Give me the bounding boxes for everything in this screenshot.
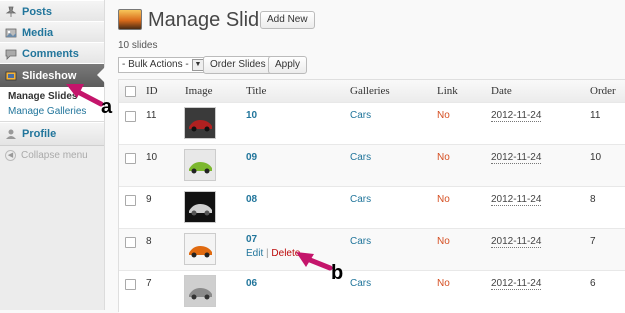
column-title[interactable]: Title [246, 85, 266, 97]
select-all-checkbox[interactable] [125, 86, 136, 97]
slide-title-link[interactable]: 07 [246, 234, 257, 245]
table-row: 11 10 Cars No 2012-11-24 11 [119, 102, 625, 145]
row-checkbox[interactable] [125, 153, 136, 164]
table-row: 7 06 Cars No 2012-11-24 6 [119, 270, 625, 313]
row-id: 11 [146, 110, 157, 121]
table-header: ID Image Title Galleries Link Date Order [119, 80, 625, 103]
row-checkbox[interactable] [125, 237, 136, 248]
slide-date: 2012-11-24 [491, 110, 542, 122]
add-new-button[interactable]: Add New [260, 11, 315, 29]
sidebar-item-label: Slideshow [22, 69, 77, 82]
slide-order: 6 [590, 278, 596, 289]
row-checkbox[interactable] [125, 279, 136, 290]
slide-thumbnail[interactable] [184, 191, 216, 223]
gallery-link[interactable]: Cars [350, 278, 371, 289]
gallery-link[interactable]: Cars [350, 152, 371, 163]
gallery-link[interactable]: Cars [350, 236, 371, 247]
row-checkbox[interactable] [125, 195, 136, 206]
main-content: Manage Slides Add New 10 slides - Bulk A… [105, 0, 625, 313]
column-galleries: Galleries [350, 85, 390, 97]
annotation-label-a: a [101, 96, 113, 118]
slide-order: 8 [590, 194, 596, 205]
row-action-separator: | [266, 248, 269, 259]
annotation-label-b: b [331, 262, 344, 284]
gallery-link[interactable]: Cars [350, 194, 371, 205]
link-status: No [437, 194, 450, 205]
table-row: 9 08 Cars No 2012-11-24 8 [119, 186, 625, 229]
media-icon [5, 27, 17, 39]
collapse-menu-label: Collapse menu [21, 150, 88, 161]
sidebar-item-label: Media [22, 27, 54, 39]
bulk-actions-select[interactable]: - Bulk Actions - ▼ [118, 57, 206, 73]
sidebar-item-label: Comments [22, 48, 79, 60]
slide-thumbnail[interactable] [184, 107, 216, 139]
link-status: No [437, 236, 450, 247]
table-row: 8 07 Edit | Delete Cars No 2012-11-24 7 [119, 228, 625, 271]
slides-table: ID Image Title Galleries Link Date Order… [118, 79, 625, 313]
slideshow-icon [5, 70, 17, 82]
column-date[interactable]: Date [491, 85, 512, 97]
column-link: Link [437, 85, 458, 97]
slide-title-link[interactable]: 06 [246, 278, 257, 289]
slide-date: 2012-11-24 [491, 194, 542, 206]
link-status: No [437, 278, 450, 289]
slide-title-link[interactable]: 08 [246, 194, 257, 205]
sidebar-item-label: Posts [22, 6, 52, 18]
row-checkbox[interactable] [125, 111, 136, 122]
comment-icon [5, 48, 17, 60]
admin-sidebar: Posts Media Comments Slideshow Manage Sl… [0, 0, 105, 310]
slide-title-link[interactable]: 09 [246, 152, 257, 163]
sidebar-item-profile[interactable]: Profile [0, 122, 104, 146]
collapse-arrow-icon: ◀ [5, 150, 16, 161]
link-status: No [437, 110, 450, 121]
column-order[interactable]: Order [590, 85, 616, 97]
slide-date: 2012-11-24 [491, 152, 542, 164]
profile-icon [5, 128, 17, 140]
slides-page-icon [118, 9, 142, 30]
slide-order: 10 [590, 152, 602, 163]
slide-count: 10 slides [118, 40, 158, 51]
slide-date: 2012-11-24 [491, 236, 542, 248]
slide-thumbnail[interactable] [184, 275, 216, 307]
collapse-menu[interactable]: ◀ Collapse menu [5, 150, 88, 161]
sidebar-item-slideshow[interactable]: Slideshow [0, 63, 105, 88]
row-actions: Edit | Delete [246, 248, 300, 259]
slide-order: 11 [590, 110, 601, 121]
gallery-link[interactable]: Cars [350, 110, 371, 121]
pushpin-icon [5, 6, 17, 18]
slide-date: 2012-11-24 [491, 278, 542, 290]
slide-thumbnail[interactable] [184, 149, 216, 181]
row-id: 10 [146, 152, 158, 163]
submenu-manage-galleries[interactable]: Manage Galleries [8, 106, 86, 117]
submenu-manage-slides[interactable]: Manage Slides [8, 91, 77, 102]
slide-thumbnail[interactable] [184, 233, 216, 265]
slideshow-submenu: Manage Slides Manage Galleries [0, 87, 104, 122]
column-image: Image [185, 85, 213, 97]
table-row: 10 09 Cars No 2012-11-24 10 [119, 144, 625, 187]
apply-button[interactable]: Apply [268, 56, 308, 74]
row-id: 8 [146, 236, 152, 247]
sidebar-item-label: Profile [22, 128, 57, 140]
edit-link[interactable]: Edit [246, 248, 263, 259]
row-id: 7 [146, 278, 152, 289]
link-status: No [437, 152, 450, 163]
delete-link[interactable]: Delete [271, 248, 300, 259]
column-id[interactable]: ID [146, 85, 158, 97]
slide-order: 7 [590, 236, 596, 247]
row-id: 9 [146, 194, 152, 205]
slide-title-link[interactable]: 10 [246, 110, 257, 121]
bulk-actions-value: - Bulk Actions - [122, 59, 189, 70]
order-slides-button[interactable]: Order Slides [203, 56, 273, 74]
